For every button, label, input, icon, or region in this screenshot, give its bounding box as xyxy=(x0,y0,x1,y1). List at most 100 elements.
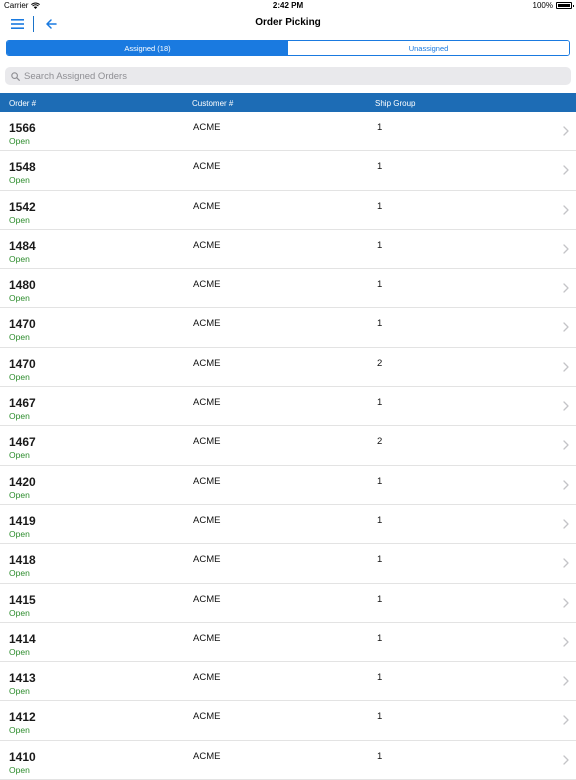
ship-group: 1 xyxy=(377,122,383,133)
chevron-right-icon xyxy=(563,401,569,411)
column-header-ship-group: Ship Group xyxy=(375,99,416,108)
table-row[interactable]: 1412 Open ACME 1 xyxy=(0,701,576,741)
table-row[interactable]: 1420 Open ACME 1 xyxy=(0,466,576,505)
chevron-right-icon xyxy=(563,204,569,215)
table-row[interactable]: 1415 Open ACME 1 xyxy=(0,584,576,623)
navigation-bar: Order Picking xyxy=(0,12,576,36)
customer-number: ACME xyxy=(193,161,221,173)
customer-number: ACME xyxy=(193,632,221,644)
tab-unassigned[interactable]: Unassigned xyxy=(288,41,569,55)
chevron-right-icon xyxy=(563,597,569,608)
order-status: Open xyxy=(9,725,30,736)
chevron-right-icon xyxy=(563,715,569,726)
order-status: Open xyxy=(9,136,30,146)
order-status: Open xyxy=(9,253,30,264)
table-row[interactable]: 1413 Open ACME 1 xyxy=(0,662,576,702)
chevron-right-icon xyxy=(563,755,569,765)
table-row[interactable]: 1470 Open ACME 1 xyxy=(0,308,576,348)
ship-group: 1 xyxy=(377,632,383,644)
ship-group: 2 xyxy=(377,436,383,448)
battery-info: 100% xyxy=(532,1,574,10)
ship-group: 1 xyxy=(377,239,383,251)
order-number: 1415 xyxy=(9,592,36,607)
order-number: 1548 xyxy=(9,160,36,175)
search-input[interactable] xyxy=(24,70,554,82)
order-number: 1566 xyxy=(9,121,36,135)
order-status: Open xyxy=(9,686,30,697)
column-header-customer: Customer # xyxy=(192,99,234,108)
chevron-right-icon xyxy=(563,165,569,175)
battery-percent: 100% xyxy=(532,1,553,10)
table-row[interactable]: 1480 Open ACME 1 xyxy=(0,269,576,309)
order-number: 1467 xyxy=(9,435,36,450)
order-number: 1470 xyxy=(9,356,36,371)
customer-number: ACME xyxy=(193,672,221,684)
table-row[interactable]: 1484 Open ACME 1 xyxy=(0,230,576,270)
table-row[interactable]: 1470 Open ACME 2 xyxy=(0,348,576,388)
table-row[interactable]: 1467 Open ACME 2 xyxy=(0,426,576,466)
order-number: 1420 xyxy=(9,474,36,489)
order-number: 1413 xyxy=(9,671,36,686)
battery-icon xyxy=(556,2,574,9)
chevron-right-icon xyxy=(563,519,569,529)
status-bar: Carrier 2:42 PM 100% xyxy=(0,0,576,12)
table-row[interactable]: 1542 Open ACME 1 xyxy=(0,191,576,230)
customer-number: ACME xyxy=(193,122,221,133)
customer-number: ACME xyxy=(193,357,221,369)
customer-number: ACME xyxy=(193,436,221,448)
table-row[interactable]: 1414 Open ACME 1 xyxy=(0,623,576,663)
chevron-right-icon xyxy=(563,362,569,372)
customer-number: ACME xyxy=(193,200,221,212)
page-title: Order Picking xyxy=(255,17,321,28)
table-row[interactable]: 1566 Open ACME 1 xyxy=(0,112,576,152)
table-row[interactable]: 1418 Open ACME 1 xyxy=(0,544,576,584)
customer-number: ACME xyxy=(193,750,221,762)
customer-number: ACME xyxy=(193,239,221,251)
ship-group: 1 xyxy=(377,200,383,212)
ship-group: 1 xyxy=(377,554,383,566)
order-status: Open xyxy=(9,332,30,343)
customer-number: ACME xyxy=(193,711,221,723)
search-icon xyxy=(11,71,20,81)
chevron-right-icon xyxy=(563,637,569,647)
order-list: 1566 Open ACME 1 1548 Open ACME 1 1542 Open ACME 1 1… xyxy=(0,112,576,780)
ship-group: 1 xyxy=(377,475,383,487)
tab-assigned[interactable]: Assigned (18) xyxy=(7,41,288,55)
order-status: Open xyxy=(9,528,30,539)
order-status: Open xyxy=(9,646,30,657)
order-number: 1418 xyxy=(9,553,36,568)
order-number: 1480 xyxy=(9,278,36,293)
customer-number: ACME xyxy=(193,318,221,330)
search-bar xyxy=(5,67,571,85)
order-status: Open xyxy=(9,450,30,461)
ship-group: 1 xyxy=(377,397,383,409)
order-status: Open xyxy=(9,411,30,422)
table-row[interactable]: 1410 Open ACME 1 xyxy=(0,741,576,780)
order-status: Open xyxy=(9,214,30,225)
order-number: 1484 xyxy=(9,238,36,253)
table-header: Order # Customer # Ship Group xyxy=(0,93,576,112)
table-row[interactable]: 1467 Open ACME 1 xyxy=(0,387,576,427)
ship-group: 1 xyxy=(377,672,383,684)
order-status: Open xyxy=(9,371,30,382)
ship-group: 1 xyxy=(377,593,383,605)
ship-group: 1 xyxy=(377,514,383,526)
ship-group: 2 xyxy=(377,357,383,369)
table-row[interactable]: 1419 Open ACME 1 xyxy=(0,505,576,545)
chevron-right-icon xyxy=(563,322,569,333)
order-number: 1542 xyxy=(9,199,36,214)
order-status: Open xyxy=(9,293,30,304)
column-header-order: Order # xyxy=(9,99,37,108)
chevron-right-icon xyxy=(563,126,569,136)
chevron-right-icon xyxy=(563,283,569,293)
table-row[interactable]: 1548 Open ACME 1 xyxy=(0,151,576,191)
order-number: 1467 xyxy=(9,396,36,411)
order-status: Open xyxy=(9,764,30,775)
status-time: 2:42 PM xyxy=(272,1,304,10)
order-number: 1414 xyxy=(9,631,36,646)
customer-number: ACME xyxy=(193,593,221,605)
chevron-right-icon xyxy=(563,480,569,490)
order-status: Open xyxy=(9,489,30,500)
chevron-right-icon xyxy=(563,440,569,451)
ship-group: 1 xyxy=(377,750,383,762)
